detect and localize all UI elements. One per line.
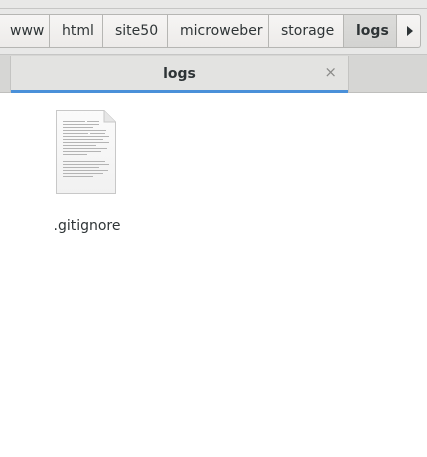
breadcrumb-scroll-right-button[interactable] <box>397 14 421 48</box>
breadcrumb-html[interactable]: html <box>50 14 103 48</box>
pan-end-icon <box>406 26 413 36</box>
breadcrumb-site50[interactable]: site50 <box>103 14 168 48</box>
active-tab-indicator <box>11 90 348 93</box>
file-manager-window: www html site50 microweber storage logs … <box>0 0 427 457</box>
path-bar: www html site50 microweber storage logs <box>0 9 427 55</box>
breadcrumb-www[interactable]: www <box>0 14 50 48</box>
breadcrumb-logs[interactable]: logs <box>344 14 397 48</box>
tab-logs[interactable]: logs × <box>10 56 349 93</box>
breadcrumb-microweber[interactable]: microweber <box>168 14 269 48</box>
tab-label: logs <box>163 66 196 82</box>
breadcrumb-storage[interactable]: storage <box>269 14 344 48</box>
breadcrumb-label: storage <box>281 23 335 39</box>
breadcrumb-label: microweber <box>180 23 263 39</box>
file-name: .gitignore <box>53 218 121 234</box>
file-view[interactable]: .gitignore <box>0 94 427 457</box>
tab-strip: logs × <box>0 55 427 93</box>
header-edge <box>0 0 427 9</box>
breadcrumb-label: site50 <box>115 23 159 39</box>
breadcrumb-label: html <box>62 23 94 39</box>
text-document-icon <box>56 110 116 194</box>
close-icon[interactable]: × <box>324 65 337 80</box>
breadcrumb-label: www <box>10 23 45 39</box>
file-item[interactable]: .gitignore <box>40 108 134 234</box>
breadcrumb: www html site50 microweber storage logs <box>0 14 421 48</box>
breadcrumb-label: logs <box>356 23 389 39</box>
